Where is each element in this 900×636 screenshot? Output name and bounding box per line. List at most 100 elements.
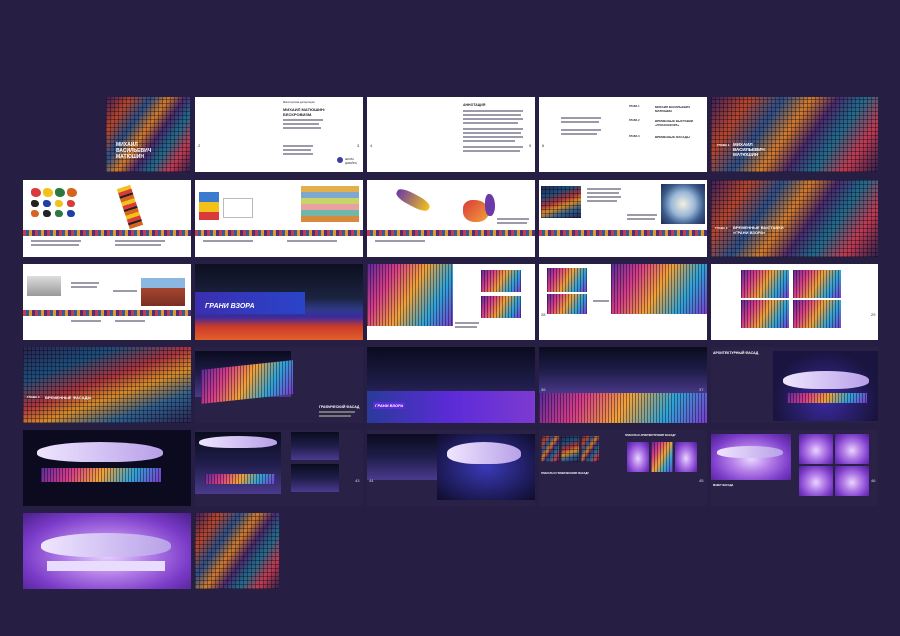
spread-cover: МИХАИЛ ВАСИЛЬЕВИЧ МАТЮШИН	[106, 97, 190, 172]
chapter2-title-2: «ГРАНИ ВЗОРА»	[733, 230, 766, 235]
text-line	[463, 132, 521, 134]
view-render-large	[611, 264, 707, 314]
poster	[561, 436, 579, 462]
text-line	[627, 214, 657, 216]
back-cover-mosaic	[195, 513, 279, 589]
mosaic-strip	[195, 230, 363, 236]
spread-arch-detail: 44	[367, 430, 535, 506]
poster	[581, 436, 599, 462]
chapter3-title: ВРЕМЕННЫЕ ФАСАДЫ	[45, 395, 92, 400]
chapter2-mosaic	[711, 180, 878, 257]
posters-architectural-title: ПЛАКАТЫ К АРХИТЕКТУРНОМУ ФАСАДУ	[625, 434, 676, 437]
chapter1-label: ГЛАВА 1	[717, 143, 730, 147]
contents-heading-2: ВРЕМЕННЫЕ ВЫСТАВКИ «ГРАНИ ВЗОРА»	[655, 119, 693, 127]
text-line	[71, 282, 99, 284]
color-swatch	[199, 202, 219, 212]
text-line	[375, 240, 425, 242]
text-line	[287, 240, 337, 242]
logo-text: ШКОЛА ДИЗАЙНА	[345, 158, 357, 165]
shape-swatch	[55, 188, 65, 197]
facade-detail	[799, 466, 833, 496]
shape-swatch	[43, 200, 51, 207]
text-line	[593, 300, 609, 302]
arch-base	[41, 468, 161, 482]
spread-facade-building: ГРАНИ ВЗОРА	[367, 347, 535, 423]
spread-graphic-facade: ГРАФИЧЕСКИЙ ФАСАД	[195, 347, 363, 423]
school-logo-icon	[337, 157, 343, 163]
text-line	[283, 119, 323, 121]
arch-detail-render	[367, 434, 437, 480]
arch-structure	[41, 533, 171, 557]
text-line	[71, 320, 101, 322]
text-line	[463, 150, 520, 152]
text-line	[463, 140, 515, 142]
text-line	[455, 326, 477, 328]
page-number: 44	[369, 478, 374, 483]
arch-structure	[447, 442, 521, 464]
chapter1-title-3: МАТЮШИН	[733, 152, 759, 157]
color-swatch	[199, 212, 219, 220]
text-line	[497, 218, 529, 220]
spread-chapter1: ГЛАВА 1 МИХАИЛ ВАСИЛЬЕВИЧ МАТЮШИН	[711, 97, 878, 172]
chapter3-label: ГЛАВА 3	[27, 395, 40, 399]
page-number: 3	[357, 143, 360, 148]
mosaic-strip	[23, 310, 191, 316]
page-number: 46	[871, 478, 876, 483]
text-line	[561, 129, 601, 131]
panorama-led	[539, 393, 707, 423]
spread-exhibit-interior	[367, 264, 535, 340]
arch-view-small	[291, 464, 339, 492]
arch-view-small	[291, 432, 339, 460]
spread-light-facade: МАКЕТ ФАСАДА 46	[711, 430, 878, 506]
text-line	[627, 218, 655, 220]
shape-swatch	[67, 188, 77, 197]
text-line	[115, 244, 161, 246]
text-line	[283, 149, 311, 151]
text-line	[319, 415, 351, 417]
spread-exhibit-gallery: 29	[711, 264, 878, 340]
page-number: 4	[370, 143, 373, 148]
shape-swatch	[43, 210, 51, 217]
gallery-render	[741, 270, 789, 298]
text-line	[71, 286, 97, 288]
text-line	[463, 146, 523, 148]
spread-architectural-facade: АРХИТЕКТУРНЫЙ ФАСАД	[711, 347, 878, 423]
shape-swatch	[55, 200, 63, 207]
text-line	[283, 145, 313, 147]
spread-arch-views: 43	[195, 430, 363, 506]
text-line	[463, 118, 523, 120]
spread-back-cover	[195, 513, 279, 589]
arch-base	[205, 474, 275, 484]
panorama-sky	[539, 347, 707, 395]
spread-palette	[195, 180, 363, 257]
spread-annotation: АННОТАЦИЯ 4 5	[367, 97, 535, 172]
poster	[627, 442, 649, 472]
text-line	[283, 127, 321, 129]
spread-posters: ПЛАКАТЫ К ГРАФИЧЕСКОМУ ФАСАДУ ПЛАКАТЫ К …	[539, 430, 707, 506]
graphic-facade-title: ГРАФИЧЕСКИЙ ФАСАД	[319, 405, 360, 409]
spread-exhibit-views: 28	[539, 264, 707, 340]
arch-structure	[199, 436, 277, 448]
poster	[675, 442, 697, 472]
exhibit-sign: ГРАНИ ВЗОРА	[205, 303, 255, 310]
text-line	[587, 200, 617, 202]
title-small: Магистерская диссертация	[283, 101, 315, 104]
page-number: 37	[699, 387, 704, 392]
text-line	[463, 136, 523, 138]
text-line	[561, 133, 597, 135]
analog-image	[141, 278, 185, 306]
page-number: 43	[355, 478, 360, 483]
facade-detail	[799, 434, 833, 464]
sculpture-image	[485, 194, 495, 216]
spread-exhibition-hall: ГРАНИ ВЗОРА	[195, 264, 363, 340]
shape-swatch	[55, 210, 63, 217]
sculpture-image	[394, 186, 432, 214]
arch-structure	[37, 442, 163, 462]
spread-color-shapes	[23, 180, 191, 257]
interior-render	[367, 264, 453, 326]
portfolio-overview: { "cover": { "name_line1": "МИХАИЛ", "na…	[0, 0, 900, 636]
text-line	[283, 153, 313, 155]
spread-analogs	[23, 264, 191, 340]
contents-heading-3: ВРЕМЕННЫЕ ФАСАДЫ	[655, 135, 690, 139]
contents-label-3: ГЛАВА 3	[629, 135, 640, 138]
